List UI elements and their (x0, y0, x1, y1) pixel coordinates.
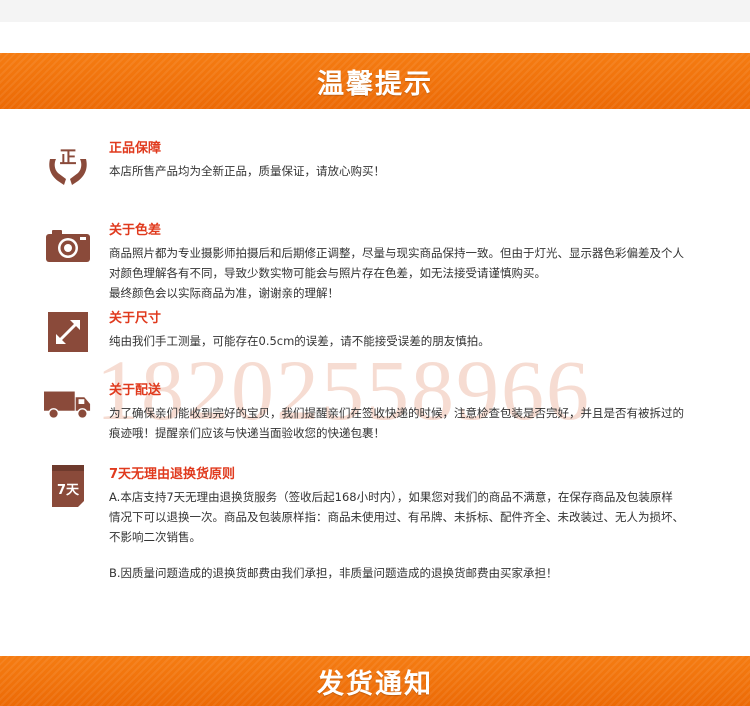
item-line: 痕迹哦！提醒亲们应该与快递当面验收您的快递包裹！ (109, 426, 385, 440)
item-line: A.本店支持7天无理由退换货服务（签收后起168小时内），如果您对我们的商品不满… (109, 490, 673, 504)
header-banner: 温馨提示 (0, 53, 750, 109)
item-title: 关于色差 (109, 223, 162, 238)
item-line: 情况下可以退换一次。商品及包装原样指：商品未使用过、有吊牌、未拆标、配件齐全、未… (109, 510, 684, 524)
item-title: 关于尺寸 (109, 311, 162, 326)
item-line: 最终颜色会以实际商品为准，谢谢亲的理解！ (109, 286, 339, 300)
item-line: 纯由我们手工测量，可能存在0.5cm的误差，请不能接受误差的朋友慎拍。 (109, 334, 490, 348)
diagonal-arrow-icon (44, 310, 92, 354)
item-line: 商品照片都为专业摄影师拍摄后和后期修正调整，尽量与现实商品保持一致。但由于灯光、… (109, 246, 684, 260)
footer-banner: 发货通知 (0, 656, 750, 706)
seven-day-calendar-icon: 7天 (44, 464, 92, 508)
item-title: 关于配送 (109, 383, 162, 398)
top-strip (0, 0, 750, 22)
delivery-truck-icon (44, 382, 92, 426)
item-title: 正品保障 (109, 141, 162, 156)
item-title: 7天无理由退换货原则 (109, 467, 236, 482)
camera-icon (44, 224, 92, 268)
item-line: B.因质量问题造成的退换货邮费由我们承担，非质量问题造成的退换货邮费由买家承担！ (109, 566, 558, 580)
footer-title: 发货通知 (317, 668, 433, 700)
item-line: 本店所售产品均为全新正品，质量保证，请放心购买！ (109, 164, 385, 178)
item-line: 不影响二次销售。 (109, 530, 201, 544)
item-line: 为了确保亲们能收到完好的宝贝，我们提醒亲们在签收快递的时候，注意检查包装是否完好… (109, 406, 684, 420)
seven-day-glyph: 7天 (57, 483, 80, 498)
item-line: 对颜色理解各有不同，导致少数实物可能会与照片存在色差，如无法接受请谨慎购买。 (109, 266, 546, 280)
header-title: 温馨提示 (317, 68, 433, 100)
genuine-glyph: 正 (60, 148, 77, 168)
hands-holding-genuine-icon: 正 (44, 142, 92, 186)
